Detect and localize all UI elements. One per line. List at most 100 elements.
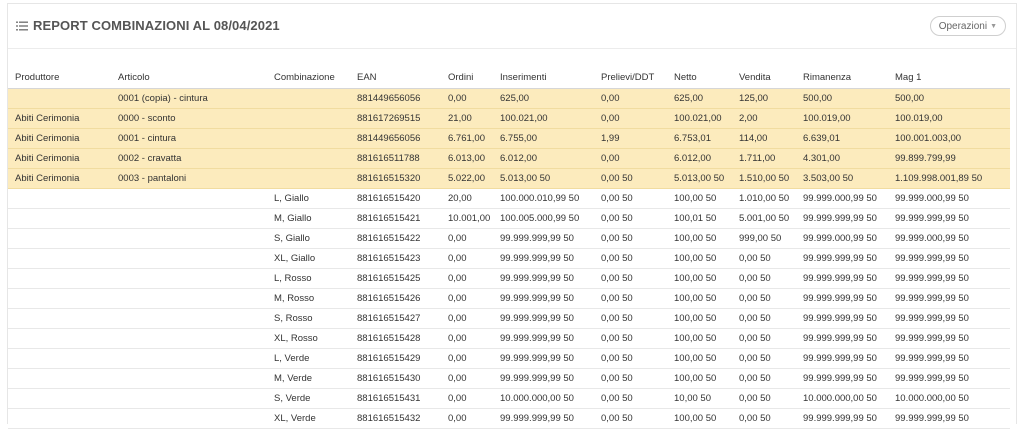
operations-button[interactable]: Operazioni ▼ [929,16,1006,36]
cell-netto: 100,00 50 [667,328,732,349]
cell-rimanenza: 99.999.999,99 50 [796,368,888,389]
cell-mag-1: 99.999.999,99 50 [888,208,1010,229]
cell-produttore [8,328,111,349]
table-row[interactable]: S, Giallo 881616515422 0,00 99.999.999,99 5… [8,228,1010,249]
cell-ean: 881616515422 [350,228,441,249]
cell-netto: 6.753,01 [667,128,732,149]
header-divider [8,48,1016,49]
cell-produttore: Abiti Cerimonia [8,168,111,189]
col-ordini[interactable]: Ordini [441,67,493,89]
cell-vendita: 1.010,00 50 [732,188,796,209]
cell-produttore: Abiti Cerimonia [8,128,111,149]
cell-mag-1: 500,00 [888,88,1010,109]
table-row[interactable]: L, Rosso 881616515425 0,00 99.999.999,99 50… [8,268,1010,289]
table-row[interactable]: M, Verde 881616515430 0,00 99.999.999,99 50… [8,368,1010,389]
col-ean[interactable]: EAN [350,67,441,89]
cell-ean: 881616515320 [350,168,441,189]
cell-combinazione: XL, Rosso [267,328,350,349]
cell-inserimenti: 99.999.999,99 50 [493,368,594,389]
cell-netto: 100,00 50 [667,348,732,369]
table-row[interactable]: XL, Rosso 881616515428 0,00 99.999.999,99 5… [8,328,1010,349]
cell-netto: 5.013,00 50 [667,168,732,189]
table-row[interactable]: Abiti Cerimonia 0001 - cintura 88144965605… [8,128,1010,149]
cell-mag-1: 99.999.000,99 50 [888,188,1010,209]
cell-rimanenza: 99.999.999,99 50 [796,408,888,429]
table-row[interactable]: M, Giallo 881616515421 10.001,00 100.005.00… [8,208,1010,229]
cell-produttore [8,308,111,329]
cell-prelievi-ddt: 0,00 50 [594,208,667,229]
cell-mag-1: 99.899.799,99 [888,148,1010,169]
cell-mag-1: 99.999.000,99 50 [888,228,1010,249]
cell-ordini: 0,00 [441,348,493,369]
cell-inserimenti: 99.999.999,99 50 [493,288,594,309]
table-row[interactable]: M, Rosso 881616515426 0,00 99.999.999,99 50… [8,288,1010,309]
cell-vendita: 999,00 50 [732,228,796,249]
cell-rimanenza: 6.639,01 [796,128,888,149]
cell-vendita: 0,00 50 [732,368,796,389]
cell-ordini: 6.761,00 [441,128,493,149]
cell-netto: 625,00 [667,88,732,109]
cell-articolo [111,408,267,429]
col-vendita[interactable]: Vendita [732,67,796,89]
table-body: 0001 (copia) - cintura 881449656056 0,00 62… [8,88,1010,429]
table-row[interactable]: XL, Giallo 881616515423 0,00 99.999.999,99 … [8,248,1010,269]
cell-vendita: 125,00 [732,88,796,109]
cell-rimanenza: 4.301,00 [796,148,888,169]
col-combinazione[interactable]: Combinazione [267,67,350,89]
cell-inserimenti: 99.999.999,99 50 [493,328,594,349]
table-row[interactable]: XL, Verde 881616515432 0,00 99.999.999,99 5… [8,408,1010,429]
cell-ean: 881449656056 [350,128,441,149]
cell-articolo [111,328,267,349]
cell-rimanenza: 10.000.000,00 50 [796,388,888,409]
cell-prelievi-ddt: 0,00 50 [594,268,667,289]
table-row[interactable]: Abiti Cerimonia 0000 - sconto 881617269515… [8,108,1010,129]
col-mag-1[interactable]: Mag 1 [888,67,1010,89]
cell-rimanenza: 99.999.999,99 50 [796,248,888,269]
cell-combinazione [267,108,350,129]
cell-vendita: 0,00 50 [732,268,796,289]
cell-articolo [111,348,267,369]
cell-prelievi-ddt: 0,00 50 [594,328,667,349]
table-row[interactable]: S, Verde 881616515431 0,00 10.000.000,00 50… [8,388,1010,409]
table-row[interactable]: S, Rosso 881616515427 0,00 99.999.999,99 50… [8,308,1010,329]
cell-combinazione [267,88,350,109]
cell-prelievi-ddt: 0,00 [594,148,667,169]
cell-netto: 6.012,00 [667,148,732,169]
cell-rimanenza: 100.019,00 [796,108,888,129]
col-netto[interactable]: Netto [667,67,732,89]
cell-articolo [111,208,267,229]
cell-combinazione: M, Giallo [267,208,350,229]
cell-ordini: 0,00 [441,268,493,289]
cell-inserimenti: 6.755,00 [493,128,594,149]
cell-combinazione: S, Giallo [267,228,350,249]
col-prelievi-ddt[interactable]: Prelievi/DDT [594,67,667,89]
title-wrap: REPORT COMBINAZIONI AL 08/04/2021 [16,18,280,33]
cell-vendita: 0,00 50 [732,348,796,369]
cell-combinazione: M, Rosso [267,288,350,309]
cell-ean: 881616515430 [350,368,441,389]
cell-mag-1: 99.999.999,99 50 [888,308,1010,329]
cell-mag-1: 100.019,00 [888,108,1010,129]
cell-mag-1: 99.999.999,99 50 [888,368,1010,389]
cell-ean: 881616515420 [350,188,441,209]
cell-articolo [111,228,267,249]
cell-combinazione: XL, Giallo [267,248,350,269]
cell-articolo [111,268,267,289]
table-row[interactable]: L, Giallo 881616515420 20,00 100.000.010,99… [8,188,1010,209]
cell-ean: 881616515429 [350,348,441,369]
cell-rimanenza: 99.999.999,99 50 [796,288,888,309]
table-row[interactable]: L, Verde 881616515429 0,00 99.999.999,99 50… [8,348,1010,369]
table-row[interactable]: Abiti Cerimonia 0002 - cravatta 8816165117… [8,148,1010,169]
cell-ordini: 0,00 [441,88,493,109]
cell-ean: 881616515421 [350,208,441,229]
cell-netto: 100.021,00 [667,108,732,129]
cell-inserimenti: 625,00 [493,88,594,109]
col-produttore[interactable]: Produttore [8,67,111,89]
cell-combinazione [267,148,350,169]
table-row[interactable]: 0001 (copia) - cintura 881449656056 0,00 62… [8,88,1010,109]
col-articolo[interactable]: Articolo [111,67,267,89]
table-row[interactable]: Abiti Cerimonia 0003 - pantaloni 881616515… [8,168,1010,189]
cell-produttore [8,248,111,269]
col-rimanenza[interactable]: Rimanenza [796,67,888,89]
col-inserimenti[interactable]: Inserimenti [493,67,594,89]
